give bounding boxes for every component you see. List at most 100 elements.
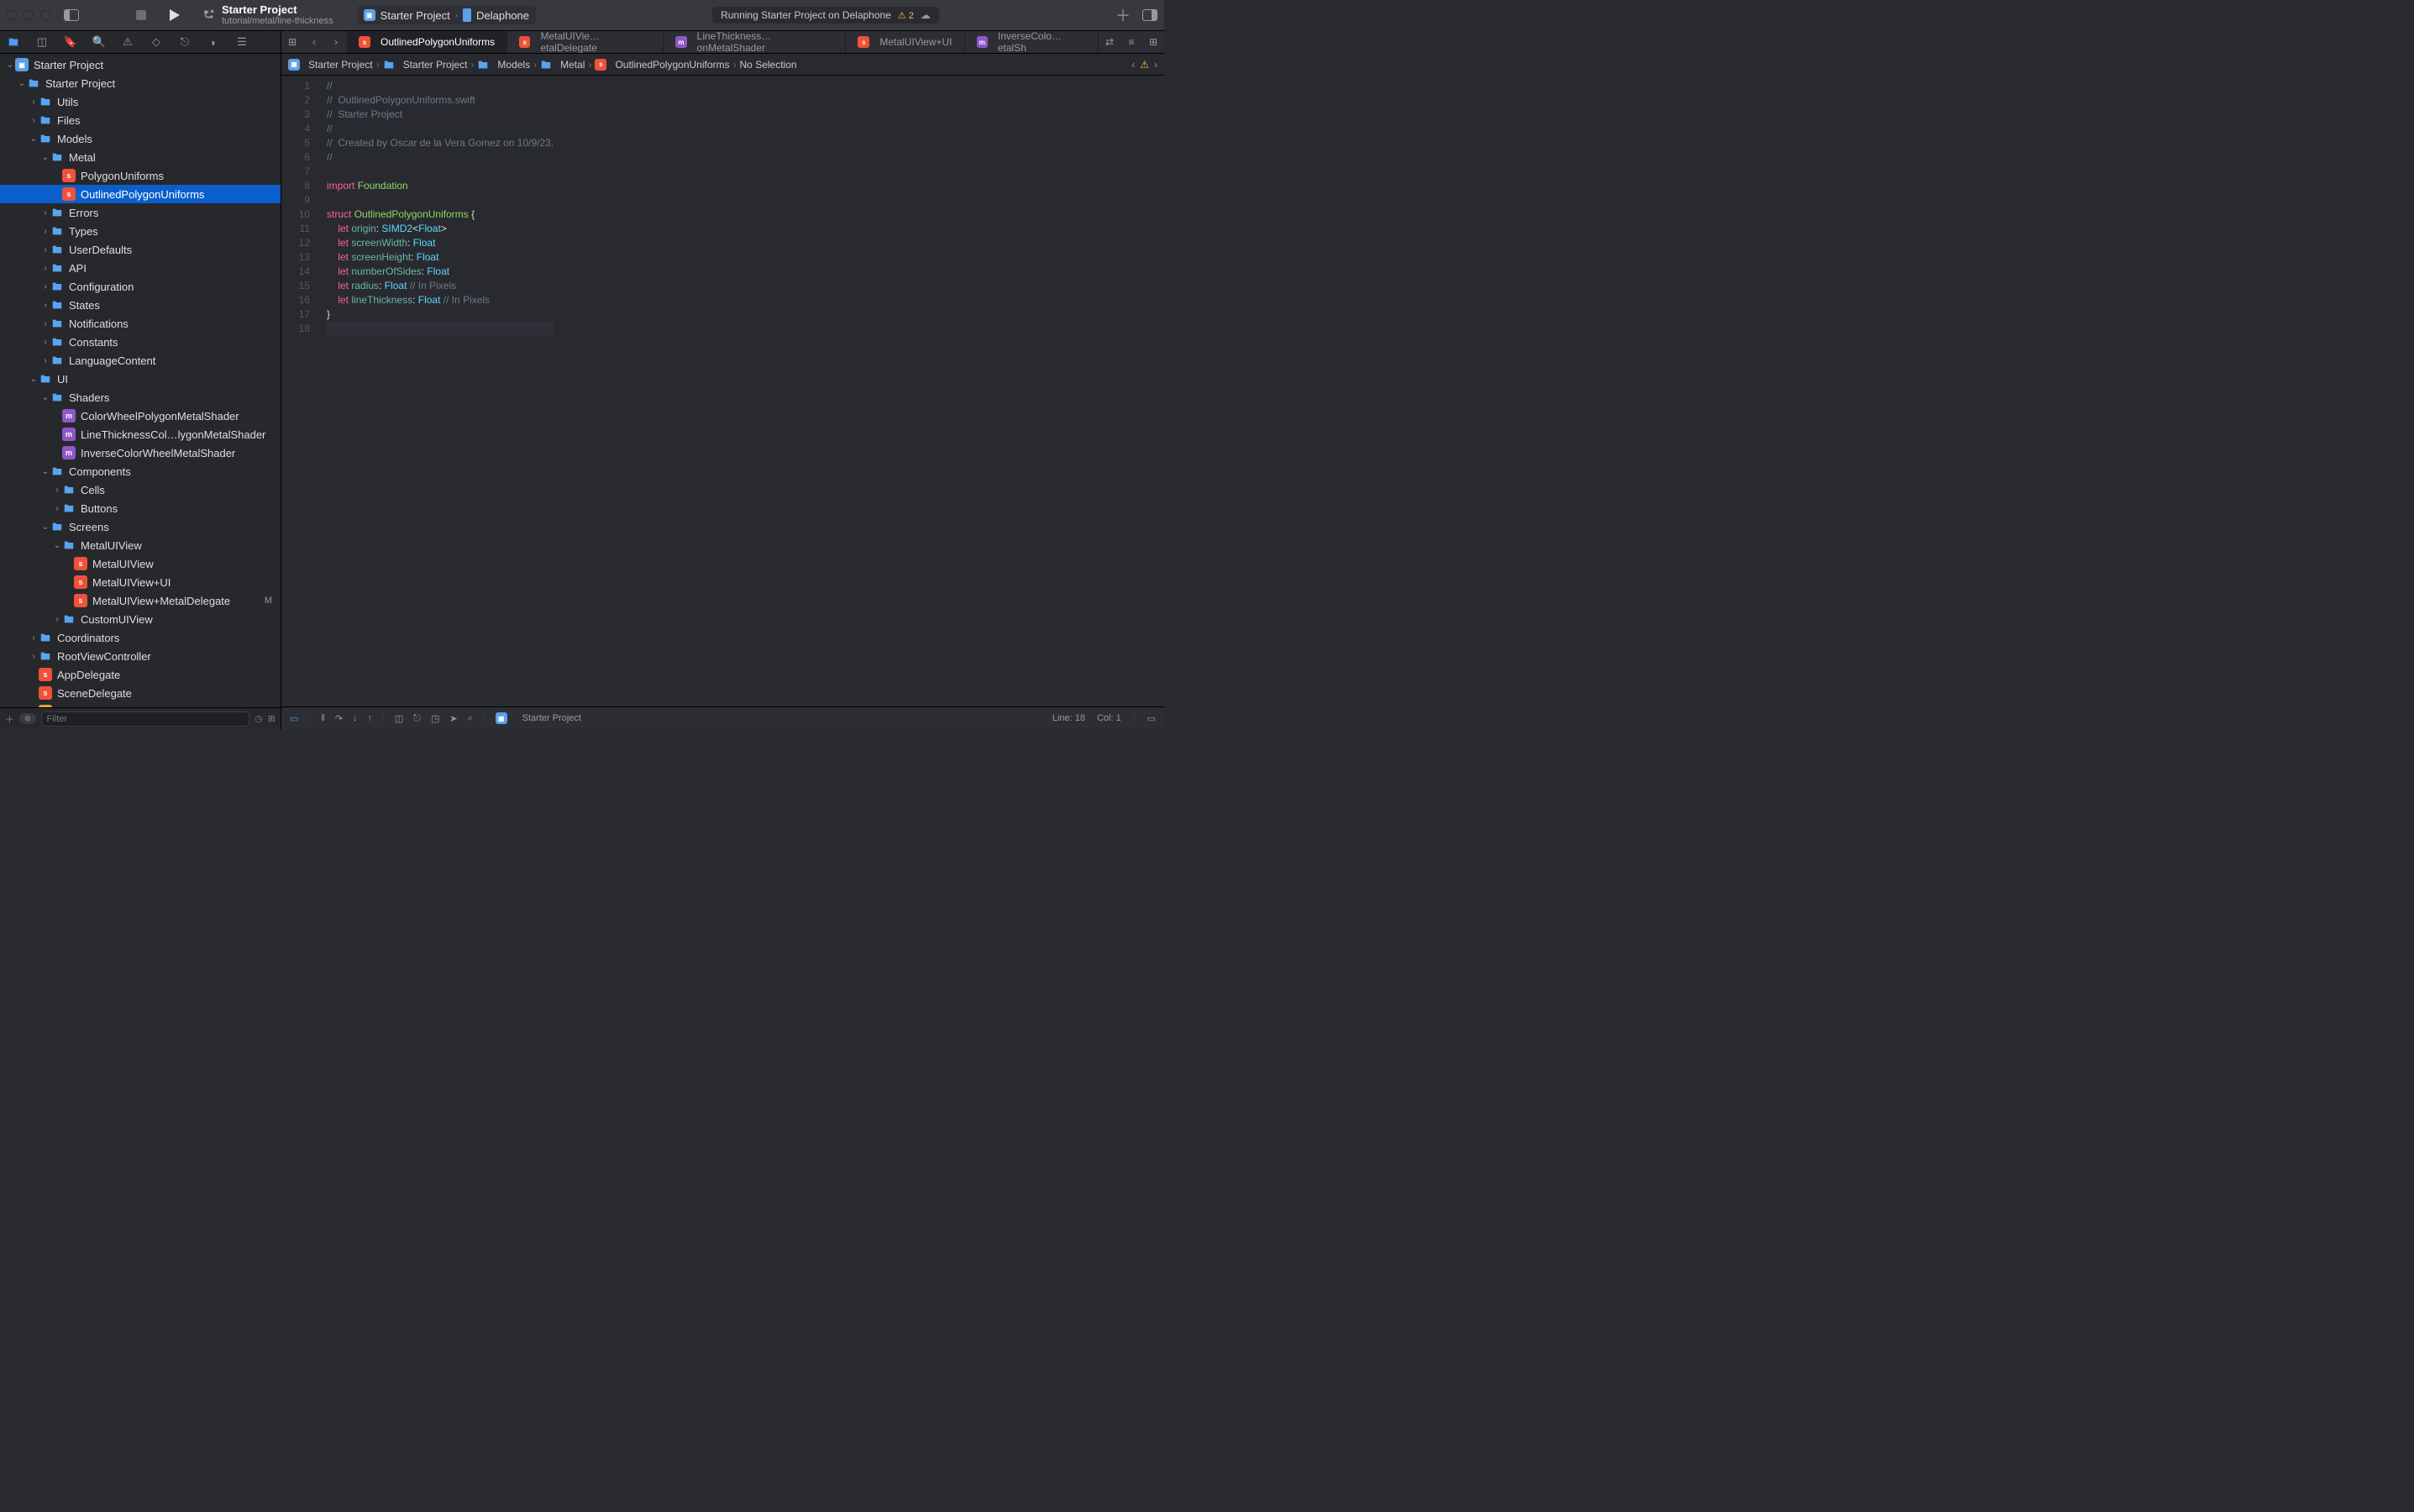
jump-segment[interactable]: ▣Starter Project [288, 59, 373, 71]
tree-row[interactable]: sSceneDelegate [0, 684, 281, 702]
toggle-navigator-icon[interactable] [64, 9, 79, 21]
add-editor-split-button[interactable]: ⊞ [1142, 31, 1164, 53]
report-navigator-tab[interactable]: ☰ [235, 35, 249, 49]
warning-badge[interactable]: ⚠ 2 [898, 10, 914, 21]
add-file-button[interactable]: ＋ [5, 712, 14, 726]
editor-tab[interactable]: sMetalUIView+UI [846, 31, 964, 53]
tree-row[interactable]: ⌄Shaders [0, 388, 281, 407]
target-label[interactable]: Starter Project [522, 713, 581, 723]
debug-navigator-tab[interactable]: ⎋ [178, 35, 192, 49]
jump-segment[interactable]: Starter Project [383, 59, 468, 71]
jump-segment[interactable]: Metal [540, 59, 585, 71]
debug-bar-toggle[interactable]: ▭ [290, 713, 298, 724]
jump-warning-icon[interactable]: ⚠ [1140, 59, 1149, 71]
window-controls [7, 10, 50, 20]
nav-forward-button[interactable]: › [325, 31, 347, 53]
test-navigator-tab[interactable]: ◇ [150, 35, 163, 49]
tree-row[interactable]: sMetalUIView [0, 554, 281, 573]
add-editor-button[interactable]: ＋ [1115, 4, 1131, 26]
tree-row[interactable]: sAppDelegate [0, 665, 281, 684]
tree-row[interactable]: ⌄Starter Project [0, 74, 281, 92]
tree-row[interactable]: ›Files [0, 111, 281, 129]
tree-row[interactable]: ⌄▣Starter Project [0, 55, 281, 74]
tree-row[interactable]: ›Errors [0, 203, 281, 222]
stop-button[interactable] [136, 10, 146, 20]
tree-row[interactable]: sMetalUIView+UI [0, 573, 281, 591]
tree-row[interactable]: mInverseColorWheelMetalShader [0, 444, 281, 462]
filter-input[interactable] [41, 711, 250, 727]
tree-row[interactable]: mColorWheelPolygonMetalShader [0, 407, 281, 425]
tree-row[interactable]: ⌄MetalUIView [0, 536, 281, 554]
tree-row[interactable]: ⌄Models [0, 129, 281, 148]
jump-back-icon[interactable]: ‹ [1131, 59, 1135, 71]
tree-row[interactable]: sPolygonUniforms [0, 166, 281, 185]
search-navigator-tab[interactable]: 🔍 [92, 35, 106, 49]
run-button[interactable] [170, 9, 180, 21]
debug-step-out-icon[interactable]: ↑ [368, 713, 373, 723]
recent-filter-icon[interactable]: ◷ [255, 713, 263, 724]
debug-step-into-icon[interactable]: ↓ [353, 713, 358, 723]
minimize-window[interactable] [24, 10, 34, 20]
tree-row[interactable]: ›Types [0, 222, 281, 240]
tree-row[interactable]: ›Buttons [0, 499, 281, 517]
debug-memory-icon[interactable]: ⎋ [413, 713, 421, 724]
scheme-selector[interactable]: ▣ Starter Project › Delaphone [357, 6, 536, 24]
tree-row[interactable]: sMetalUIView+MetalDelegateM [0, 591, 281, 610]
tree-row[interactable]: ›Notifications [0, 314, 281, 333]
tree-row[interactable]: ›Cells [0, 480, 281, 499]
debug-location-icon[interactable]: ➤ [449, 713, 457, 724]
issue-navigator-tab[interactable]: ⚠ [121, 35, 134, 49]
breakpoint-navigator-tab[interactable]: ◗ [207, 35, 220, 49]
filter-scope-icon[interactable]: ⊜ [19, 713, 36, 724]
debug-step-over-icon[interactable]: ↷ [335, 713, 343, 724]
tree-row[interactable]: ›Constants [0, 333, 281, 351]
tree-row[interactable]: ⌄Screens [0, 517, 281, 536]
tree-row[interactable]: ›CustomUIView [0, 610, 281, 628]
tree-row[interactable]: mLineThicknessCol…lygonMetalShader [0, 425, 281, 444]
nav-back-button[interactable]: ‹ [303, 31, 325, 53]
tree-row[interactable]: ›States [0, 296, 281, 314]
debug-view-icon[interactable]: ◫ [395, 713, 403, 724]
scheme-icon: ▣ [364, 9, 375, 21]
code-editor[interactable]: 123456789101112131415161718 //// Outline… [281, 76, 1164, 706]
zoom-window[interactable] [40, 10, 50, 20]
tree-row[interactable]: ›UserDefaults [0, 240, 281, 259]
editor-tab[interactable]: sMetalUIVie…etalDelegate [507, 31, 664, 53]
code-content[interactable]: //// OutlinedPolygonUniforms.swift// Sta… [318, 76, 554, 706]
tree-row[interactable]: ›Configuration [0, 277, 281, 296]
bookmark-navigator-tab[interactable]: 🔖 [64, 35, 77, 49]
editor-tab[interactable]: sOutlinedPolygonUniforms [347, 31, 507, 53]
activity-status[interactable]: Running Starter Project on Delaphone ⚠ 2… [712, 7, 939, 24]
close-window[interactable] [7, 10, 17, 20]
tree-row[interactable]: ›LanguageContent [0, 351, 281, 370]
related-items-button[interactable]: ⊞ [281, 31, 303, 53]
jump-segment[interactable]: Models [477, 59, 530, 71]
editor-tab[interactable]: mLineThickness…onMetalShader [664, 31, 846, 53]
project-navigator-tab[interactable] [7, 35, 20, 49]
jump-bar[interactable]: ▣Starter Project›Starter Project›Models›… [281, 54, 1164, 76]
tree-row[interactable]: sOutlinedPolygonUniforms [0, 185, 281, 203]
tree-label: UserDefaults [69, 244, 132, 256]
jump-forward-icon[interactable]: › [1154, 59, 1157, 71]
editor-tab[interactable]: mInverseColo…etalSh [965, 31, 1099, 53]
jump-segment[interactable]: sOutlinedPolygonUniforms [595, 59, 729, 71]
scm-filter-icon[interactable]: ⊞ [268, 713, 276, 724]
tree-label: LineThicknessCol…lygonMetalShader [81, 428, 265, 441]
debug-pause-icon[interactable]: ‖ [321, 713, 325, 723]
tree-row[interactable]: ›Coordinators [0, 628, 281, 647]
debug-more-icon[interactable]: ⌕ [468, 713, 473, 724]
tree-row[interactable]: ⌄Metal [0, 148, 281, 166]
tree-row[interactable]: ⌄Components [0, 462, 281, 480]
editor-options-button[interactable]: ≡ [1120, 31, 1142, 53]
toggle-console-icon[interactable]: ▭ [1147, 713, 1156, 724]
branch-icon[interactable] [203, 8, 215, 23]
scm-navigator-tab[interactable]: ◫ [35, 35, 49, 49]
debug-env-icon[interactable]: ◳ [431, 713, 439, 724]
tab-overflow-button[interactable]: ⇄ [1099, 31, 1120, 53]
tree-row[interactable]: ›API [0, 259, 281, 277]
toggle-inspector-icon[interactable] [1142, 9, 1157, 21]
tree-row[interactable]: ›Utils [0, 92, 281, 111]
tree-row[interactable]: ⌄UI [0, 370, 281, 388]
tree-row[interactable]: ›RootViewController [0, 647, 281, 665]
target-icon: ▣ [496, 712, 507, 724]
